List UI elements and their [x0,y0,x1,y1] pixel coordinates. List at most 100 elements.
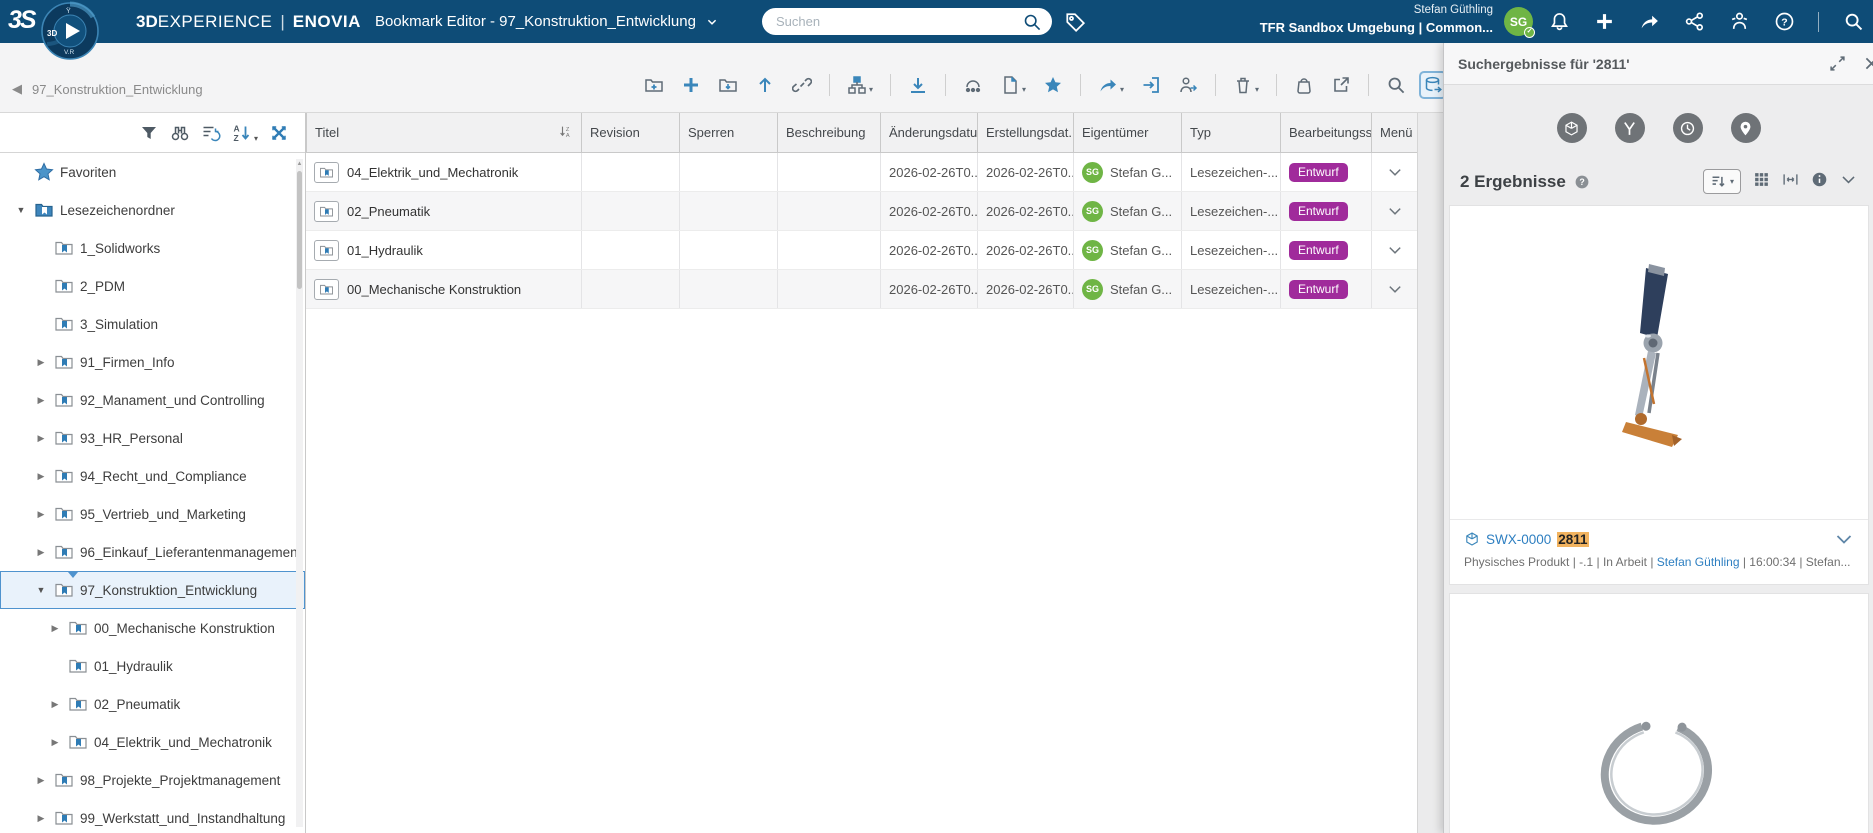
result-id-link[interactable]: SWX-0000 [1486,532,1551,547]
search-icon[interactable] [1842,11,1864,33]
fit-width-button[interactable] [1782,171,1799,193]
tree-item[interactable]: 97_Konstruktion_Entwicklung [0,571,305,609]
row-menu-button[interactable] [1371,153,1417,191]
open-in-new-button[interactable] [1329,73,1353,97]
column-header[interactable]: Sperren [679,113,777,152]
dropdown-caret-icon[interactable]: ▾ [254,134,258,143]
close-panel-icon[interactable] [1863,55,1873,73]
grid-view-button[interactable] [1421,73,1445,97]
favorites-button[interactable] [1041,73,1065,97]
dropdown-caret-icon[interactable]: ▾ [1022,85,1026,95]
app-title[interactable]: Bookmark Editor - 97_Konstruktion_Entwic… [375,13,696,30]
tree-scrollbar[interactable]: ▲ [296,159,303,827]
column-header[interactable]: Typ [1181,113,1280,152]
tag-icon[interactable] [1062,9,1088,35]
hierarchy-button[interactable]: ▾ [845,73,875,97]
title-cell[interactable]: 02_Pneumatik [306,192,581,230]
notifications-icon[interactable] [1548,11,1570,33]
expander-caret-icon[interactable] [14,205,28,215]
expander-caret-icon[interactable] [34,433,48,444]
sort-az-button[interactable]: ▾ [232,123,258,143]
collapse-results-icon[interactable] [1840,171,1857,193]
export-button[interactable] [1139,73,1163,97]
result-id-highlight[interactable]: 2811 [1557,532,1588,547]
tree-item[interactable]: Favoriten [0,153,305,191]
tree-item[interactable]: 02_Pneumatik [0,685,305,723]
tree-item[interactable]: 93_HR_Personal [0,419,305,457]
tree-item[interactable]: 01_Hydraulik [0,647,305,685]
filter-classification-button[interactable] [1615,113,1645,143]
weight-button[interactable] [1292,73,1316,97]
expander-caret-icon[interactable] [48,623,62,634]
back-arrow-icon[interactable]: ◀ [12,81,22,97]
link-button[interactable] [790,73,814,97]
share-button[interactable]: ▾ [1096,73,1126,97]
table-row[interactable]: 02_Pneumatik 2026-02-26T0... 2026-02-26T… [306,192,1417,231]
breadcrumb-label[interactable]: 97_Konstruktion_Entwicklung [32,82,203,97]
collapse-all-button[interactable] [269,123,289,143]
result-expand-icon[interactable] [1834,529,1854,549]
result-thumbnail-prosthetic-leg[interactable] [1450,206,1868,520]
search-icon[interactable] [1022,12,1042,32]
dropdown-caret-icon[interactable]: ▾ [1120,85,1124,95]
create-bookmark-button[interactable] [679,73,703,97]
help-icon[interactable] [1574,174,1590,190]
user-avatar[interactable]: SG✓ [1504,7,1533,36]
move-up-button[interactable] [753,73,777,97]
tree-item[interactable]: 3_Simulation [0,305,305,343]
expander-caret-icon[interactable] [34,813,48,824]
result-thumbnail-retaining-ring[interactable] [1450,594,1868,833]
column-header[interactable]: Änderungsdatum [880,113,977,152]
search-table-button[interactable] [1384,73,1408,97]
3ds-logo-icon[interactable]: 3S [8,6,35,35]
share-network-icon[interactable] [1683,11,1705,33]
row-menu-button[interactable] [1371,192,1417,230]
column-header[interactable]: Bearbeitungss.. [1280,113,1371,152]
row-menu-button[interactable] [1371,231,1417,269]
tree-item[interactable]: 99_Werkstatt_und_Instandhaltung [0,799,305,833]
add-icon[interactable] [1593,11,1615,33]
tree-item[interactable]: 2_PDM [0,267,305,305]
bookmark-folder-button[interactable] [716,73,740,97]
new-content-button[interactable]: ▾ [998,73,1028,97]
tree-item[interactable]: 1_Solidworks [0,229,305,267]
result-card[interactable]: SWX-00002811 Physisches Produkt | -.1 | … [1449,205,1869,585]
expander-caret-icon[interactable] [34,395,48,406]
find-in-tree-button[interactable] [170,123,190,143]
user-block[interactable]: Stefan Güthling TFR Sandbox Umgebung | C… [1260,3,1493,36]
expander-caret-icon[interactable] [34,471,48,482]
tree-item[interactable]: 98_Projekte_Projektmanagement [0,761,305,799]
expander-caret-icon[interactable] [34,585,48,595]
dropdown-caret-icon[interactable]: ▾ [1255,85,1259,95]
delete-button[interactable]: ▾ [1231,73,1261,97]
column-header[interactable]: Menü [1371,113,1417,152]
title-cell[interactable]: 01_Hydraulik [306,231,581,269]
table-row[interactable]: 04_Elektrik_und_Mechatronik 2026-02-26T0… [306,153,1417,192]
tree-item[interactable]: 94_Recht_und_Compliance [0,457,305,495]
column-header[interactable]: Revision [581,113,679,152]
filter-location-button[interactable] [1731,113,1761,143]
add-existing-bookmark-button[interactable] [642,73,666,97]
title-cell[interactable]: 00_Mechanische Konstruktion [306,270,581,308]
result-owner-link[interactable]: Stefan Güthling [1657,555,1740,569]
filter-3d-shape-button[interactable] [1557,113,1587,143]
scrollbar-thumb[interactable] [297,171,302,289]
filter-button[interactable] [139,123,159,143]
3dexperience-compass-icon[interactable]: 3D V.R Ÿ [40,1,100,61]
filter-recent-button[interactable] [1673,113,1703,143]
expander-caret-icon[interactable] [34,509,48,520]
result-card[interactable] [1449,593,1869,833]
sort-desc-icon[interactable] [558,124,573,142]
tree-item[interactable]: 96_Einkauf_Lieferantenmanagement [0,533,305,571]
column-header[interactable]: Eigentümer [1073,113,1181,152]
tree-item[interactable]: Lesezeichenordner [0,191,305,229]
expander-caret-icon[interactable] [48,737,62,748]
table-row[interactable]: 01_Hydraulik 2026-02-26T0... 2026-02-26T… [306,231,1417,270]
reassign-owner-button[interactable] [1176,73,1200,97]
app-title-caret-icon[interactable] [706,16,718,28]
tree-item[interactable]: 00_Mechanische Konstruktion [0,609,305,647]
tree-item[interactable]: 92_Manament_und Controlling [0,381,305,419]
dropdown-caret-icon[interactable]: ▾ [869,85,873,95]
expander-caret-icon[interactable] [34,775,48,786]
global-search-input[interactable] [776,14,1022,29]
